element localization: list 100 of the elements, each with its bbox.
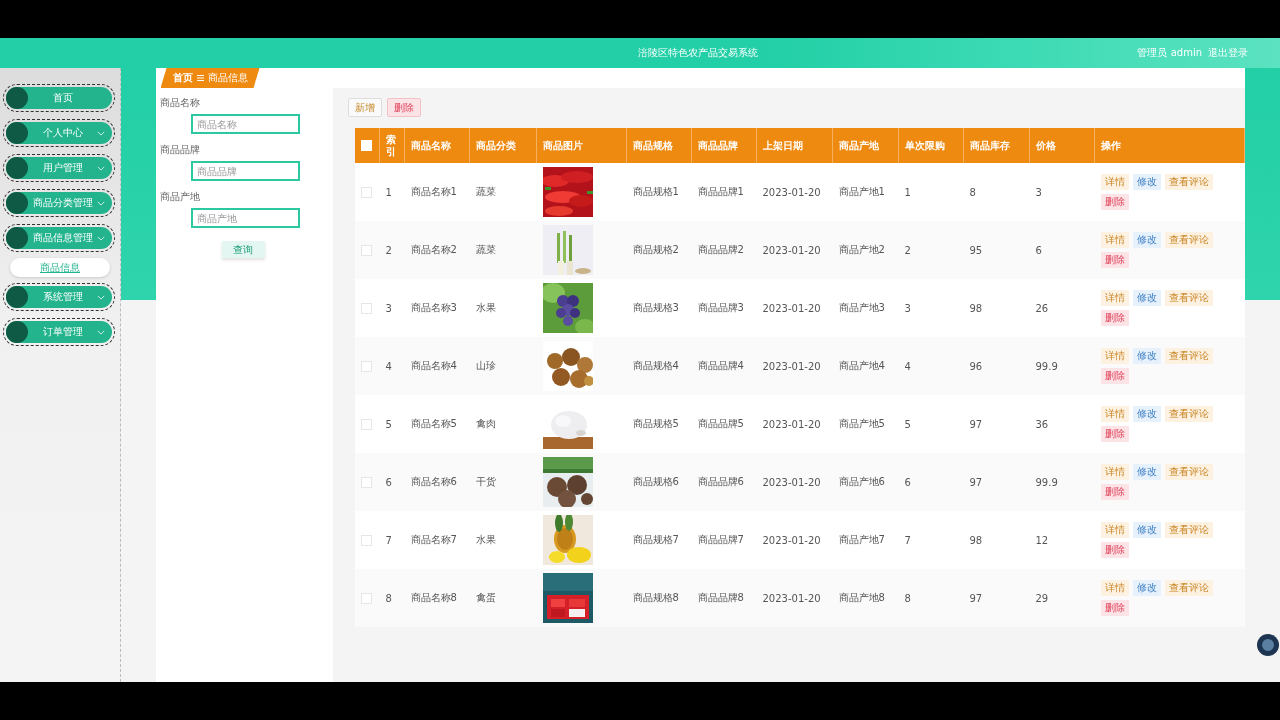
detail-button[interactable]: 查看评论 xyxy=(1164,174,1213,190)
sidebar-item[interactable]: 系统管理 xyxy=(6,286,112,308)
table-cell: 商品产地7 xyxy=(838,534,885,545)
table-cell: 99.9 xyxy=(1035,476,1058,488)
table-cell: 蔬菜 xyxy=(475,186,496,197)
table-cell: 2023-01-20 xyxy=(762,244,821,256)
checkbox[interactable] xyxy=(360,418,372,430)
checkbox[interactable] xyxy=(360,592,372,604)
logout-link[interactable]: 退出登录 xyxy=(1208,46,1248,60)
search-field[interactable]: 商品名称 xyxy=(190,114,300,134)
delete-button[interactable]: 删除 xyxy=(1100,426,1129,442)
column-header: 价格 xyxy=(1036,139,1056,151)
edit-button[interactable]: 修改 xyxy=(1132,406,1161,422)
table-cell: 2023-01-20 xyxy=(762,360,821,372)
detail-button[interactable]: 查看评论 xyxy=(1164,290,1213,306)
column-header: 商品库存 xyxy=(970,139,1010,151)
detail-button[interactable]: 详情 xyxy=(1100,174,1129,190)
detail-button[interactable]: 详情 xyxy=(1100,290,1129,306)
detail-button[interactable]: 查看评论 xyxy=(1164,406,1213,422)
table-cell: 26 xyxy=(1035,302,1049,314)
sidebar-item[interactable]: 个人中心 xyxy=(6,122,112,144)
detail-button[interactable]: 查看评论 xyxy=(1164,232,1213,248)
detail-button[interactable]: 详情 xyxy=(1100,580,1129,596)
edit-button[interactable]: 修改 xyxy=(1132,290,1161,306)
detail-button[interactable]: 查看评论 xyxy=(1164,580,1213,596)
edit-button[interactable]: 修改 xyxy=(1132,464,1161,480)
sidebar-item[interactable]: 用户管理 xyxy=(6,157,112,179)
table-cell: 2023-01-20 xyxy=(762,302,821,314)
column-header: 操作 xyxy=(1101,139,1121,151)
edit-button[interactable]: 修改 xyxy=(1132,232,1161,248)
column-header: 索引 xyxy=(386,133,396,157)
checkbox[interactable] xyxy=(360,244,372,256)
search-field[interactable]: 商品产地 xyxy=(190,208,300,228)
table-cell: 3 xyxy=(1035,186,1042,198)
checkbox[interactable] xyxy=(360,534,372,546)
table-cell: 商品规格1 xyxy=(632,186,679,197)
delete-button[interactable]: 删除 xyxy=(1100,600,1129,616)
table-cell: 商品名称1 xyxy=(410,186,457,197)
field-label: 商品名称 xyxy=(159,96,200,110)
table-cell: 商品名称8 xyxy=(410,592,457,603)
table-cell: 禽肉 xyxy=(475,418,496,429)
table-cell: 6 xyxy=(1035,244,1042,256)
table-cell: 商品产地3 xyxy=(838,302,885,313)
delete-button[interactable]: 删除 xyxy=(1100,252,1129,268)
table-cell: 2 xyxy=(904,244,911,256)
chevron-down-icon xyxy=(97,130,105,136)
table-cell: 商品名称6 xyxy=(410,476,457,487)
table-cell: 商品规格3 xyxy=(632,302,679,313)
checkbox[interactable] xyxy=(360,186,372,198)
checkbox[interactable] xyxy=(360,302,372,314)
detail-button[interactable]: 查看评论 xyxy=(1164,348,1213,364)
add-button[interactable]: 新增 xyxy=(347,98,382,117)
checkbox[interactable] xyxy=(360,476,372,488)
table-cell: 29 xyxy=(1035,592,1049,604)
table-cell: 7 xyxy=(904,534,911,546)
sidebar-item[interactable]: 订单管理 xyxy=(6,321,112,343)
detail-button[interactable]: 详情 xyxy=(1100,464,1129,480)
edit-button[interactable]: 修改 xyxy=(1132,580,1161,596)
edit-button[interactable]: 修改 xyxy=(1132,522,1161,538)
table-cell: 2023-01-20 xyxy=(762,186,821,198)
sidebar-item[interactable]: 首页 xyxy=(6,87,112,109)
detail-button[interactable]: 详情 xyxy=(1100,348,1129,364)
table-cell: 商品规格4 xyxy=(632,360,679,371)
sidebar-item[interactable]: 商品分类管理 xyxy=(6,192,112,214)
table-cell: 商品品牌2 xyxy=(697,244,744,255)
detail-button[interactable]: 详情 xyxy=(1100,522,1129,538)
edit-button[interactable]: 修改 xyxy=(1132,174,1161,190)
chevron-down-icon xyxy=(97,294,105,300)
table-cell: 商品规格5 xyxy=(632,418,679,429)
delete-button[interactable]: 删除 xyxy=(1100,368,1129,384)
sidebar-item[interactable]: 商品信息管理 xyxy=(6,227,112,249)
table-cell: 商品规格8 xyxy=(632,592,679,603)
column-header: 商品名称 xyxy=(411,139,451,151)
field-label: 商品产地 xyxy=(159,190,200,204)
table-cell: 商品名称4 xyxy=(410,360,457,371)
breadcrumb-home[interactable]: 首页 xyxy=(172,71,193,85)
detail-button[interactable]: 详情 xyxy=(1100,406,1129,422)
edit-button[interactable]: 修改 xyxy=(1132,348,1161,364)
table-cell: 商品产地6 xyxy=(838,476,885,487)
delete-button[interactable]: 删除 xyxy=(1100,194,1129,210)
table-cell: 蔬菜 xyxy=(475,244,496,255)
chevron-down-icon xyxy=(97,329,105,335)
table-cell: 1 xyxy=(385,186,392,198)
delete-button[interactable]: 删除 xyxy=(386,98,421,117)
search-button[interactable]: 查询 xyxy=(221,241,265,258)
delete-button[interactable]: 删除 xyxy=(1100,310,1129,326)
table-cell: 1 xyxy=(904,186,911,198)
detail-button[interactable]: 查看评论 xyxy=(1164,464,1213,480)
detail-button[interactable]: 查看评论 xyxy=(1164,522,1213,538)
table-cell: 商品品牌5 xyxy=(697,418,744,429)
search-field[interactable]: 商品品牌 xyxy=(190,161,300,181)
delete-button[interactable]: 删除 xyxy=(1100,484,1129,500)
sidebar-subitem[interactable]: 商品信息 xyxy=(10,258,110,277)
table-cell: 4 xyxy=(385,360,392,372)
delete-button[interactable]: 删除 xyxy=(1100,542,1129,558)
table-cell: 商品品牌6 xyxy=(697,476,744,487)
table-cell: 99.9 xyxy=(1035,360,1058,372)
checkbox[interactable] xyxy=(360,360,372,372)
floating-action-icon[interactable] xyxy=(1256,633,1280,657)
detail-button[interactable]: 详情 xyxy=(1100,232,1129,248)
